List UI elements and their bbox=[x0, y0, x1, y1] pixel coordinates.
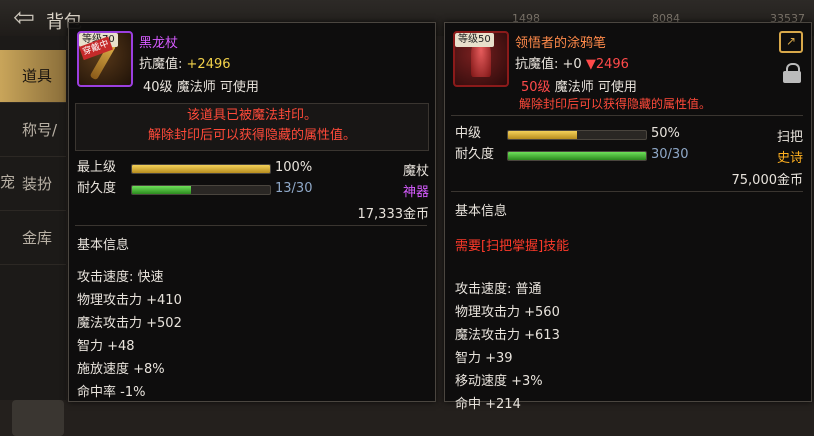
magic-resistance: 抗魔值: +2496 bbox=[139, 53, 231, 72]
grade-label: 最上级 bbox=[77, 160, 117, 175]
item-name: 领悟者的涂鸦笔 bbox=[515, 36, 607, 51]
attr-magic-attack: 魔法攻击力 +613 bbox=[455, 328, 560, 343]
back-arrow-icon[interactable]: ⇦ bbox=[8, 4, 40, 32]
divider bbox=[75, 225, 427, 226]
attr-intelligence: 智力 +48 bbox=[77, 339, 135, 354]
attr-attack-speed: 攻击速度: 普通 bbox=[455, 282, 542, 297]
durability-bar bbox=[131, 185, 271, 195]
grade-percent: 100% bbox=[275, 160, 313, 175]
magic-res-value: +2496 bbox=[186, 57, 231, 72]
tab-titles[interactable]: 称号/宠 bbox=[0, 104, 66, 191]
item-thumbnail[interactable] bbox=[12, 400, 64, 436]
item-tooltip-compare: 等级50 领悟者的涂鸦笔 ↗ 抗魔值: +0 ▼2496 50级 魔法师 可使用… bbox=[444, 22, 812, 412]
magic-res-label: 抗魔值: bbox=[515, 57, 559, 72]
magic-res-diff: ▼2496 bbox=[585, 57, 629, 72]
durability-label: 耐久度 bbox=[455, 147, 495, 162]
tab-outfit[interactable]: 装扮 bbox=[0, 158, 66, 211]
lock-icon[interactable] bbox=[783, 63, 801, 83]
req-class: 魔法师 可使用 bbox=[176, 80, 259, 95]
durability-value: 13/30 bbox=[275, 181, 313, 196]
lock-body bbox=[783, 71, 801, 83]
attr-physical-attack: 物理攻击力 +410 bbox=[77, 293, 182, 308]
rarity: 史诗 bbox=[776, 151, 803, 166]
durability-bar-fill bbox=[132, 186, 192, 194]
magic-res-label: 抗魔值: bbox=[139, 57, 183, 72]
brush-item-icon: 等级50 bbox=[453, 31, 509, 87]
usage-requirement: 40级 魔法师 可使用 bbox=[143, 76, 259, 95]
attr-move-speed: 移动速度 +3% bbox=[455, 374, 543, 389]
price: 17,333金币 bbox=[357, 207, 430, 222]
grade-label: 中级 bbox=[455, 126, 482, 141]
level-badge: 等级50 bbox=[455, 33, 494, 47]
item-tooltip-equipped: 等级70 穿戴中 黑龙杖 抗魔值: +2496 40级 魔法师 可使用 该道具已… bbox=[68, 22, 436, 402]
attr-intelligence: 智力 +39 bbox=[455, 351, 513, 366]
grade-percent: 50% bbox=[651, 126, 680, 141]
unseal-notice: 解除封印后可以获得隐藏的属性值。 bbox=[519, 97, 712, 111]
sidebar: 道具 称号/宠 装扮 金库 bbox=[0, 36, 66, 436]
grade-bar bbox=[131, 164, 271, 174]
grade-bar-fill bbox=[132, 165, 270, 173]
seal-notice: 该道具已被魔法封印。 解除封印后可以获得隐藏的属性值。 bbox=[75, 103, 429, 151]
usage-requirement: 50级 魔法师 可使用 bbox=[521, 76, 637, 95]
attr-attack-speed: 攻击速度: 快速 bbox=[77, 270, 164, 285]
attr-physical-attack: 物理攻击力 +560 bbox=[455, 305, 560, 320]
share-icon[interactable]: ↗ bbox=[779, 31, 803, 53]
item-name: 黑龙杖 bbox=[139, 36, 179, 51]
tab-vault[interactable]: 金库 bbox=[0, 212, 66, 265]
weapon-type: 扫把 bbox=[776, 130, 803, 145]
grade-bar bbox=[507, 130, 647, 140]
divider bbox=[451, 191, 803, 192]
weapon-type: 魔杖 bbox=[402, 164, 429, 179]
attr-hit: 命中 +214 bbox=[455, 397, 521, 412]
req-class: 魔法师 可使用 bbox=[554, 80, 637, 95]
attr-magic-attack: 魔法攻击力 +502 bbox=[77, 316, 182, 331]
basic-info-title: 基本信息 bbox=[455, 204, 508, 219]
divider bbox=[451, 115, 803, 116]
seal-line-2: 解除封印后可以获得隐藏的属性值。 bbox=[147, 128, 356, 143]
rarity: 神器 bbox=[402, 185, 429, 200]
seal-line-1: 该道具已被魔法封印。 bbox=[186, 108, 317, 123]
skill-requirement: 需要[扫把掌握]技能 bbox=[455, 239, 570, 254]
req-level: 40级 bbox=[143, 80, 173, 95]
magic-resistance: 抗魔值: +0 ▼2496 bbox=[515, 53, 629, 72]
durability-value: 30/30 bbox=[651, 147, 689, 162]
attr-hit-rate: 命中率 -1% bbox=[77, 385, 146, 400]
durability-bar-fill bbox=[508, 152, 646, 160]
grade-bar-fill bbox=[508, 131, 577, 139]
durability-bar bbox=[507, 151, 647, 161]
req-level: 50级 bbox=[521, 80, 551, 95]
basic-info-title: 基本信息 bbox=[77, 238, 130, 253]
tab-items[interactable]: 道具 bbox=[0, 50, 66, 103]
durability-label: 耐久度 bbox=[77, 181, 117, 196]
magic-res-value: +0 bbox=[562, 57, 582, 72]
staff-item-icon: 等级70 穿戴中 bbox=[77, 31, 133, 87]
attr-cast-speed: 施放速度 +8% bbox=[77, 362, 165, 377]
price: 75,000金币 bbox=[731, 173, 804, 188]
